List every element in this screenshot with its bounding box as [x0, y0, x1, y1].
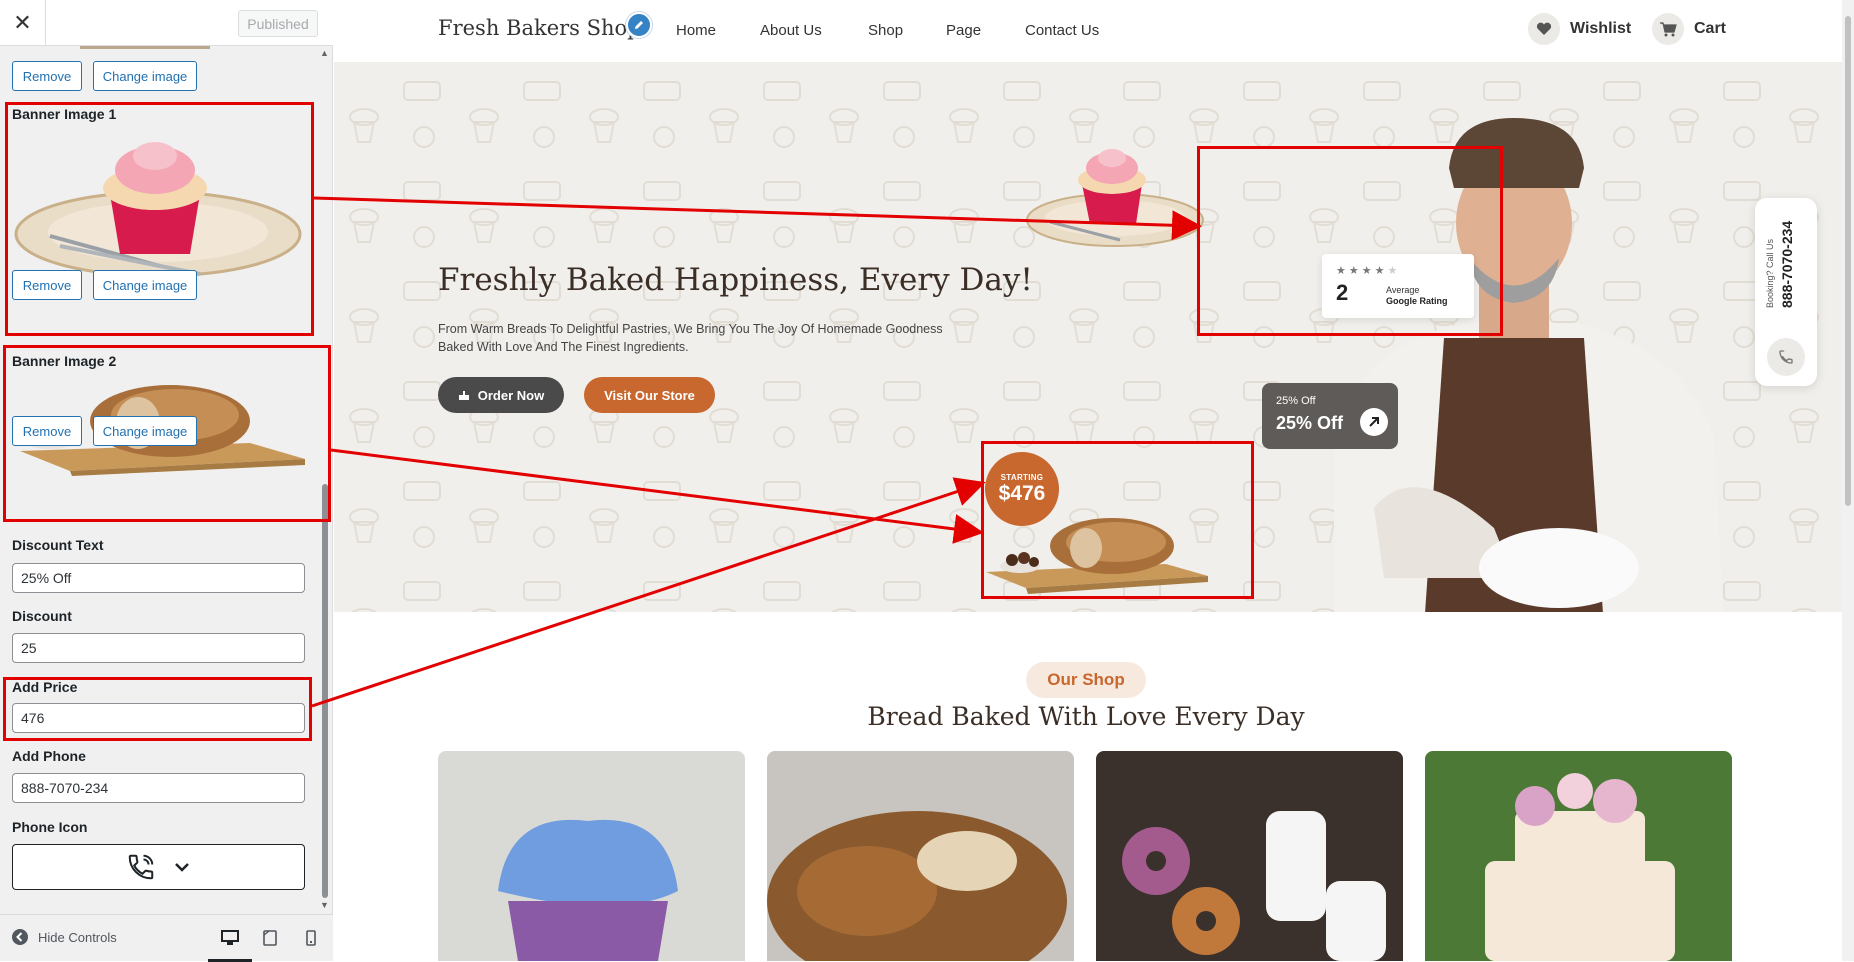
- nav-about-us[interactable]: About Us: [760, 22, 822, 39]
- cart-label: Cart: [1694, 20, 1727, 37]
- discount-text-input[interactable]: 25% Off: [12, 563, 305, 593]
- chef-image: [1334, 118, 1724, 612]
- page-scrollbar-thumb[interactable]: [1845, 16, 1851, 506]
- hide-controls-button[interactable]: Hide Controls: [12, 929, 117, 945]
- rating-stars: ★ ★ ★ ★ ★: [1336, 264, 1397, 277]
- nav-page[interactable]: Page: [946, 22, 981, 39]
- wishlist-link[interactable]: Wishlist: [1528, 13, 1631, 45]
- chevron-down-icon: [174, 863, 189, 872]
- our-shop-pill: Our Shop: [1026, 662, 1146, 698]
- discount-small-text: 25% Off: [1276, 395, 1316, 407]
- hero-banner: Freshly Baked Happiness, Every Day! From…: [334, 62, 1842, 612]
- scroll-down-arrow[interactable]: ▼: [320, 900, 329, 910]
- star-empty-icon: ★: [1387, 265, 1398, 277]
- tablet-preview-icon[interactable]: [258, 926, 282, 950]
- banner-2-remove-button[interactable]: Remove: [12, 416, 82, 446]
- site-header: Fresh Bakers Shop Home About Us Shop Pag…: [334, 0, 1842, 62]
- customizer-sidebar: ✕ Published Remove Change image Banner I…: [0, 0, 333, 962]
- hide-controls-label: Hide Controls: [38, 929, 117, 945]
- rating-number: 2: [1336, 280, 1349, 305]
- customizer-footer: Hide Controls: [0, 914, 333, 962]
- site-logo[interactable]: Fresh Bakers Shop: [438, 16, 641, 40]
- booking-label: Booking? Call Us: [1765, 238, 1775, 308]
- pencil-icon: [635, 21, 643, 29]
- scroll-up-arrow[interactable]: ▲: [320, 48, 329, 58]
- star-icon: ★: [1348, 265, 1359, 277]
- banner-2-change-image-button[interactable]: Change image: [93, 416, 197, 446]
- product-card-donuts[interactable]: [1096, 751, 1403, 961]
- collapse-icon: [12, 929, 28, 945]
- product-card-cupcake[interactable]: [438, 751, 745, 961]
- discount-card: 25% Off 25% Off: [1262, 383, 1398, 449]
- phone-volume-icon: [128, 854, 153, 880]
- mobile-preview-icon[interactable]: [299, 926, 323, 950]
- rating-caption-2: Google Rating: [1386, 296, 1448, 306]
- add-price-input[interactable]: 476: [12, 703, 305, 733]
- cake-icon: [458, 391, 469, 400]
- hero-title: Freshly Baked Happiness, Every Day!: [438, 262, 1033, 298]
- hero-cupcake-image: [1026, 149, 1204, 247]
- banner-image-2-label: Banner Image 2: [12, 353, 117, 369]
- discount-text-label: Discount Text: [12, 537, 104, 553]
- star-icon: ★: [1336, 265, 1346, 277]
- discount-label: Discount: [12, 608, 72, 624]
- order-now-label: Order Now: [477, 387, 545, 403]
- booking-phone-number: 888-7070-234: [1779, 220, 1795, 308]
- previous-image-thumb: [80, 46, 210, 49]
- customizer-header: ✕ Published: [0, 0, 333, 46]
- change-image-button[interactable]: Change image: [93, 61, 197, 91]
- banner-1-change-image-button[interactable]: Change image: [93, 270, 197, 300]
- banner-1-remove-button[interactable]: Remove: [12, 270, 82, 300]
- nav-shop[interactable]: Shop: [868, 22, 903, 39]
- close-icon: ✕: [13, 10, 32, 35]
- add-price-label: Add Price: [12, 679, 78, 695]
- phone-icon-select[interactable]: [12, 844, 305, 890]
- site-preview[interactable]: Fresh Bakers Shop Home About Us Shop Pag…: [334, 0, 1842, 961]
- published-button[interactable]: Published: [238, 10, 318, 37]
- desktop-preview-icon[interactable]: [218, 926, 242, 950]
- starting-label: STARTING: [1000, 472, 1044, 482]
- booking-phone-card[interactable]: Booking? Call Us 888-7070-234: [1755, 198, 1817, 386]
- rating-caption-1: Average: [1386, 285, 1420, 295]
- visit-store-button[interactable]: Visit Our Store: [584, 377, 715, 413]
- cart-link[interactable]: Cart: [1652, 13, 1726, 45]
- cart-icon: [1652, 13, 1684, 45]
- discount-input[interactable]: 25: [12, 633, 305, 663]
- close-customizer-button[interactable]: ✕: [0, 0, 46, 46]
- order-now-button[interactable]: Order Now: [438, 377, 564, 413]
- heart-icon: [1528, 13, 1560, 45]
- star-icon: ★: [1361, 265, 1372, 277]
- product-card-bread[interactable]: [767, 751, 1074, 961]
- add-phone-label: Add Phone: [12, 748, 86, 764]
- controls-panel[interactable]: Remove Change image Banner Image 1 Remov…: [0, 46, 333, 914]
- sidebar-scrollbar[interactable]: [322, 484, 328, 898]
- starting-price: $476: [998, 481, 1046, 505]
- phone-call-icon[interactable]: [1767, 338, 1805, 376]
- product-card-cake[interactable]: [1425, 751, 1732, 961]
- shop-section-title: Bread Baked With Love Every Day: [867, 702, 1305, 731]
- hero-subtitle: From Warm Breads To Delightful Pastries,…: [438, 322, 943, 354]
- star-icon: ★: [1374, 265, 1385, 277]
- banner-image-1-label: Banner Image 1: [12, 106, 117, 122]
- wishlist-label: Wishlist: [1570, 20, 1632, 37]
- add-phone-input[interactable]: 888-7070-234: [12, 773, 305, 803]
- nav-home[interactable]: Home: [676, 22, 716, 39]
- discount-big-text: 25% Off: [1276, 413, 1344, 433]
- google-rating-card: ★ ★ ★ ★ ★ 2 Average Google Rating: [1322, 254, 1474, 318]
- starting-price-badge: STARTING $476: [985, 452, 1059, 526]
- remove-image-button[interactable]: Remove: [12, 61, 82, 91]
- edit-shortcut-button[interactable]: [626, 12, 652, 38]
- phone-icon-label: Phone Icon: [12, 819, 88, 835]
- nav-contact-us[interactable]: Contact Us: [1025, 22, 1099, 39]
- arrow-up-right-icon[interactable]: [1360, 408, 1388, 436]
